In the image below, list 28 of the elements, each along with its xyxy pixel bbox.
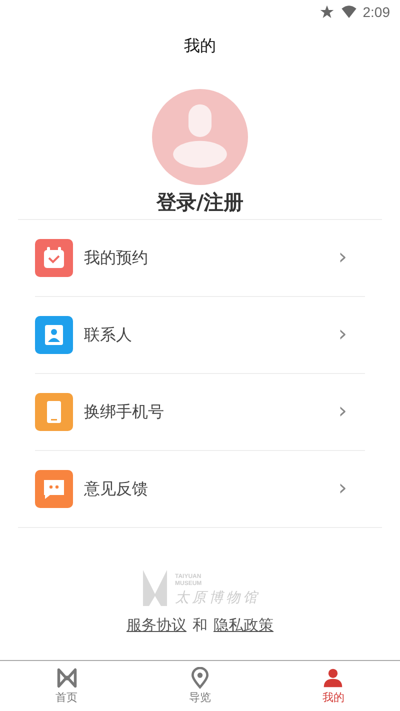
menu-label: 意见反馈 <box>84 478 149 500</box>
menu-item[interactable]: 我的预约 › <box>35 220 365 297</box>
terms-link[interactable]: 服务协议 <box>126 616 186 635</box>
chevron-icon: › <box>338 324 347 346</box>
chevron-icon: › <box>338 478 347 500</box>
nav-tab[interactable]: 导览 <box>133 661 267 711</box>
menu-item[interactable]: 换绑手机号 › <box>35 374 365 451</box>
chevron-icon: › <box>338 247 347 269</box>
privacy-link[interactable]: 隐私政策 <box>214 616 274 635</box>
nav-tab[interactable]: 我的 <box>266 661 400 711</box>
menu-item[interactable]: 意见反馈 › <box>35 451 365 527</box>
museum-logo-icon <box>140 568 170 608</box>
page-title: 我的 <box>183 35 217 57</box>
nav-tab[interactable]: 首页 <box>0 661 134 711</box>
menu-label: 联系人 <box>84 324 133 346</box>
person-icon <box>322 667 344 689</box>
menu-item[interactable]: 联系人 › <box>35 297 365 374</box>
chevron-icon: › <box>338 401 347 423</box>
agreement-text: 和 <box>192 616 208 635</box>
avatar[interactable] <box>152 89 248 185</box>
status-time: 2:09 <box>362 4 390 20</box>
login-link[interactable]: 登录/注册 <box>156 189 244 215</box>
wifi-icon <box>340 4 357 20</box>
location-pin-icon <box>188 667 211 689</box>
menu-label: 我的预约 <box>84 248 149 268</box>
home-icon <box>56 667 78 689</box>
star-icon <box>318 4 335 20</box>
menu-label: 换绑手机号 <box>84 402 165 422</box>
